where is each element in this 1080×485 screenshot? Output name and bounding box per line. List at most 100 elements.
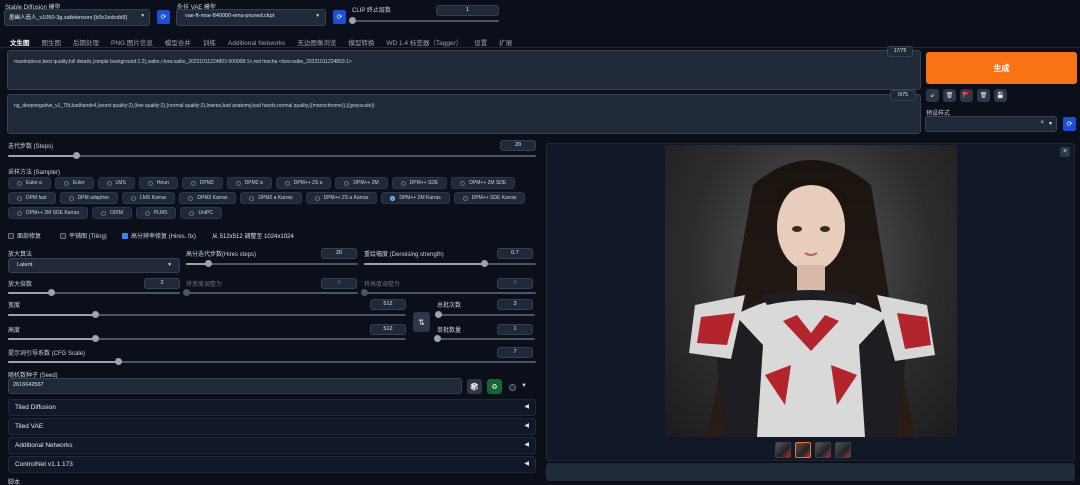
sampler-option[interactable]: DPM2 a Karras <box>240 192 302 204</box>
sampler-option[interactable]: DPM++ 2S a <box>275 177 332 189</box>
hires-steps-value[interactable]: 20 <box>321 248 357 259</box>
steps-value[interactable]: 20 <box>500 140 536 151</box>
tab-11[interactable]: 扩展 <box>499 37 512 47</box>
generate-button[interactable]: 生成 <box>926 52 1077 84</box>
sampler-option[interactable]: DPM++ 2M SDE <box>451 177 516 189</box>
slider-handle[interactable] <box>92 335 100 342</box>
accordion-controlnet-v1-1-173[interactable]: ControlNet v1.1.173 ◀ <box>8 456 536 473</box>
tab-9[interactable]: WD 1.4 标签器（Tagger） <box>386 37 462 47</box>
slider-handle[interactable] <box>480 260 488 267</box>
width-slider[interactable] <box>8 311 406 318</box>
sampler-option[interactable]: DPM++ 2M <box>335 177 388 189</box>
slider-handle[interactable] <box>360 289 368 296</box>
sampler-option[interactable]: DPM2 <box>181 177 223 189</box>
tab-1[interactable]: 图生图 <box>42 37 62 47</box>
sampler-option[interactable]: Euler a <box>8 177 51 189</box>
sampler-option[interactable]: DPM++ 2M Karras <box>381 192 450 204</box>
upscale-value[interactable]: 2 <box>144 278 180 289</box>
sampler-option[interactable]: PLMS <box>135 207 177 219</box>
batch-count-value[interactable]: 3 <box>497 299 533 310</box>
sampler-option[interactable]: DDIM <box>92 207 132 219</box>
accordion-tiled-diffusion[interactable]: Tiled Diffusion ◀ <box>8 399 536 416</box>
swap-dimensions-button[interactable]: ⇅ <box>413 312 430 332</box>
tab-8[interactable]: 模型转换 <box>348 37 374 47</box>
tiling-checkbox[interactable]: 平铺图 (Tiling) <box>60 231 107 240</box>
batch-count-slider[interactable] <box>435 311 535 318</box>
sampler-option[interactable]: Heun <box>138 177 178 189</box>
extra-seed-toggle-icon[interactable]: ▼ <box>521 383 527 389</box>
slider-handle[interactable] <box>92 311 100 318</box>
generated-image[interactable] <box>665 145 957 437</box>
hires-steps-slider[interactable] <box>186 260 358 267</box>
clip-slider[interactable] <box>348 17 499 24</box>
model-select[interactable]: 墨幽人造人_v1050-3g.safetensors [b0c1edcdb9] … <box>4 9 150 26</box>
height-value[interactable]: 512 <box>370 324 406 335</box>
upscale-slider[interactable] <box>8 289 180 296</box>
slider-handle[interactable] <box>47 289 55 296</box>
tab-2[interactable]: 后期处理 <box>73 37 99 47</box>
sampler-option[interactable]: DPM++ 2S a Karras <box>305 192 378 204</box>
tool-button-0[interactable]: ↙ <box>926 89 939 102</box>
extra-seed-checkbox[interactable] <box>509 384 516 391</box>
sampler-option[interactable]: DPM2 Karras <box>179 192 237 204</box>
sampler-option[interactable]: Euler <box>54 177 94 189</box>
sampler-option[interactable]: UniPC <box>180 207 222 219</box>
slider-handle[interactable] <box>73 152 81 159</box>
resize-width-value[interactable]: 0 <box>321 278 357 289</box>
resize-height-value[interactable]: 0 <box>497 278 533 289</box>
batch-size-slider[interactable] <box>433 335 535 342</box>
reuse-seed-button[interactable]: ♻ <box>487 379 502 394</box>
tool-button-4[interactable]: 💾 <box>994 89 1007 102</box>
tool-button-1[interactable]: 🗑 <box>943 89 956 102</box>
positive-prompt[interactable]: masterpiece,best quality,full details,(s… <box>7 50 921 90</box>
close-icon[interactable]: × <box>1060 147 1070 157</box>
gallery-thumbnail[interactable] <box>795 442 811 458</box>
sampler-option[interactable]: DPM++ 2M SDE Karras <box>8 207 89 219</box>
width-value[interactable]: 512 <box>370 299 406 310</box>
sampler-option[interactable]: DPM++ SDE <box>391 177 448 189</box>
sampler-option[interactable]: DPM adaptive <box>59 192 118 204</box>
tab-10[interactable]: 设置 <box>474 37 487 47</box>
sampler-option[interactable]: LMS Karras <box>121 192 176 204</box>
refresh-models-button[interactable]: ⟳ <box>157 10 170 24</box>
refresh-vae-button[interactable]: ⟳ <box>333 10 346 24</box>
sampler-option[interactable]: DPM++ SDE Karras <box>453 192 526 204</box>
tool-button-2[interactable]: 🚩 <box>960 89 973 102</box>
gallery-thumbnail[interactable] <box>775 442 791 458</box>
accordion-tiled-vae[interactable]: Tiled VAE ◀ <box>8 418 536 435</box>
sampler-option[interactable]: DPM2 a <box>226 177 272 189</box>
slider-handle[interactable] <box>115 358 123 365</box>
tab-5[interactable]: 训练 <box>203 37 216 47</box>
cfg-value[interactable]: 7 <box>497 347 533 358</box>
tab-6[interactable]: Additional Networks <box>228 40 285 47</box>
clear-icon[interactable]: × <box>1040 120 1044 126</box>
tool-button-3[interactable]: 🗑 <box>977 89 990 102</box>
slider-handle[interactable] <box>348 17 356 24</box>
slider-handle[interactable] <box>435 311 443 318</box>
height-slider[interactable] <box>8 335 406 342</box>
accordion-additional-networks[interactable]: Additional Networks ◀ <box>8 437 536 454</box>
vae-select[interactable]: vae-ft-mse-840000-ema-pruned.ckpt ▾ <box>176 9 326 26</box>
hires-checkbox[interactable]: 高分辨率修复 (Hires. fix) <box>122 231 196 240</box>
steps-slider[interactable] <box>8 152 536 159</box>
denoise-value[interactable]: 0.7 <box>497 248 533 259</box>
sampler-option[interactable]: DPM fast <box>8 192 56 204</box>
styles-select[interactable]: × ▾ <box>925 116 1057 132</box>
tab-4[interactable]: 模型合并 <box>165 37 191 47</box>
slider-handle[interactable] <box>204 260 212 267</box>
tab-0[interactable]: 文生图 <box>10 37 30 47</box>
slider-handle[interactable] <box>433 335 441 342</box>
seed-input[interactable]: 2616642567 <box>8 378 462 394</box>
refresh-styles-button[interactable]: ⟳ <box>1063 117 1076 131</box>
slider-handle[interactable] <box>182 289 190 296</box>
cfg-slider[interactable] <box>8 358 536 365</box>
sampler-option[interactable]: LMS <box>97 177 135 189</box>
tab-3[interactable]: PNG 图片信息 <box>111 37 153 47</box>
face-restore-checkbox[interactable]: 面部修复 <box>8 231 41 240</box>
gallery-thumbnail[interactable] <box>815 442 831 458</box>
random-seed-button[interactable]: 🎲 <box>467 379 482 394</box>
negative-prompt[interactable]: ng_deepnegative_v1_75t,badhandv4,(worst … <box>7 94 921 134</box>
batch-size-value[interactable]: 1 <box>497 324 533 335</box>
tab-7[interactable]: 无边图像浏览 <box>297 37 336 47</box>
resize-height-slider[interactable] <box>360 289 536 296</box>
